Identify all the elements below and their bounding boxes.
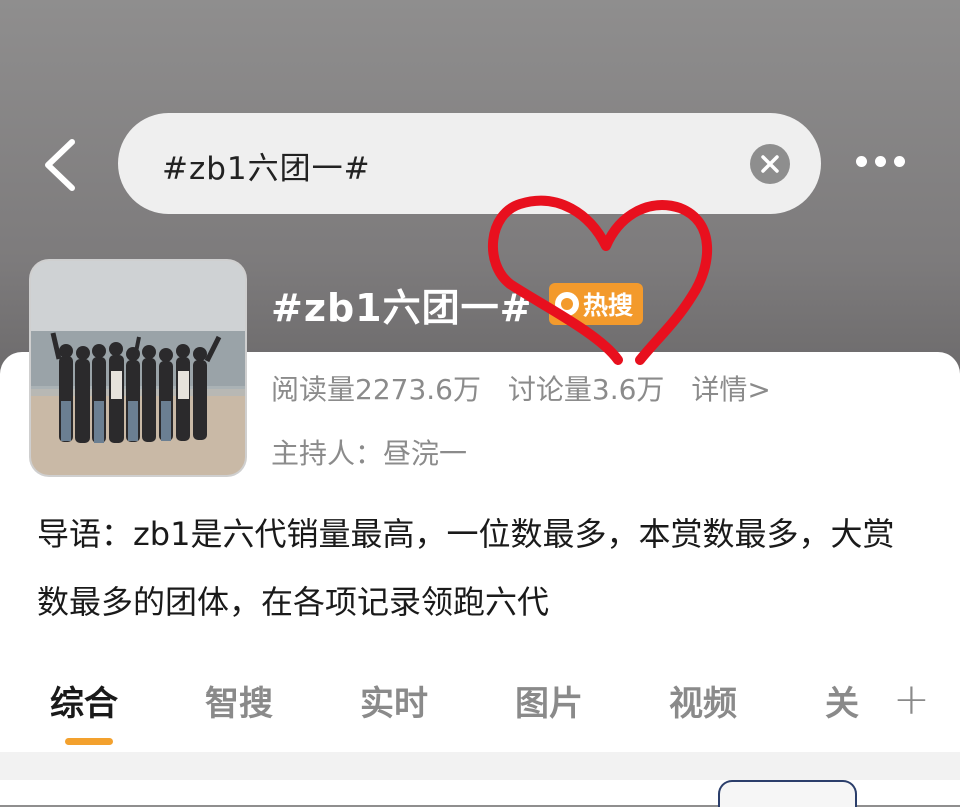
search-query-text: #zb1六团一# [162, 151, 371, 187]
tab-smart-search[interactable]: 智搜 [205, 676, 273, 725]
clear-button[interactable] [750, 144, 790, 184]
topic-cover-image[interactable] [31, 261, 245, 475]
chevron-left-icon [45, 139, 75, 191]
add-tab-icon[interactable]: + [893, 674, 930, 725]
tab-videos[interactable]: 视频 [669, 676, 737, 725]
more-dot [875, 156, 886, 167]
close-icon [761, 155, 779, 173]
discussion-count: 讨论量3.6万 [507, 373, 665, 406]
topic-host: 主持人：昼浣一 [271, 437, 468, 470]
heart-annotation-icon [487, 195, 713, 365]
tab-images[interactable]: 图片 [515, 676, 583, 725]
more-dot [894, 156, 905, 167]
tab-more[interactable]: 关 [825, 676, 859, 725]
tab-comprehensive[interactable]: 综合 [50, 676, 118, 725]
topic-stats: 阅读量2273.6万 讨论量3.6万 详情> [271, 368, 789, 408]
back-button[interactable] [40, 138, 84, 192]
more-dots-icon [856, 156, 867, 167]
tab-realtime[interactable]: 实时 [360, 676, 428, 725]
read-count: 阅读量2273.6万 [271, 373, 481, 406]
section-divider [0, 752, 960, 780]
result-thumbnail[interactable] [718, 780, 857, 807]
group-photo-image [31, 261, 245, 475]
active-tab-indicator [65, 738, 113, 745]
result-tabs: 综合 智搜 实时 图片 视频 关 + [0, 668, 960, 752]
topic-intro: 导语：zb1是六代销量最高，一位数最多，本赏数最多，大赏数最多的团体，在各项记录… [37, 515, 895, 621]
details-link[interactable]: 详情> [691, 373, 770, 406]
more-options-button[interactable] [856, 152, 920, 174]
